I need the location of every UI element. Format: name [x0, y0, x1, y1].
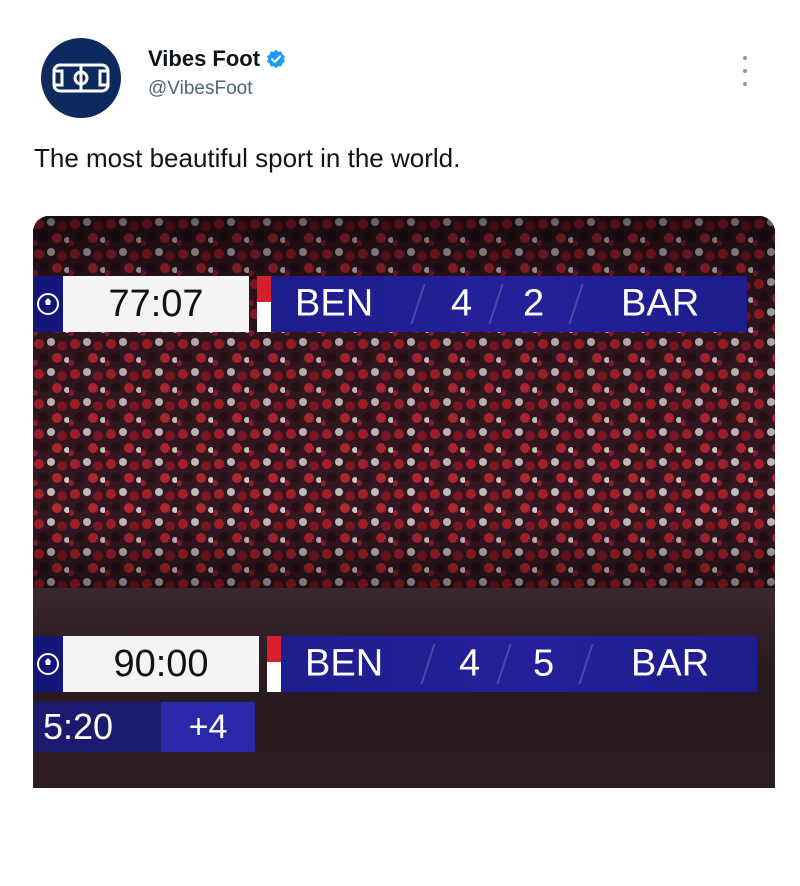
football-pitch-icon — [52, 63, 110, 93]
author-handle[interactable]: @VibesFoot — [148, 78, 286, 100]
author-info: Vibes Foot @VibesFoot — [148, 46, 286, 100]
away-score: 2 — [523, 282, 545, 325]
verified-badge-icon — [267, 49, 285, 69]
home-team: BEN — [295, 282, 374, 325]
home-score: 4 — [451, 282, 473, 325]
author-display-name[interactable]: Vibes Foot — [148, 46, 260, 72]
match-clock: 90:00 — [63, 636, 259, 692]
benfica-color-marker — [257, 276, 271, 332]
divider — [496, 644, 512, 684]
scoreboard-top: 77:07 BEN 4 2 BAR — [33, 276, 747, 332]
match-clock: 77:07 — [63, 276, 249, 332]
more-vertical-icon — [743, 56, 747, 60]
away-score: 5 — [533, 642, 555, 685]
tweet-media[interactable]: 77:07 BEN 4 2 BAR 90:00 BEN 4 5 BAR 5:20… — [33, 216, 775, 788]
divider — [410, 284, 426, 324]
champions-league-icon — [33, 636, 63, 692]
divider — [488, 284, 504, 324]
home-team: BEN — [305, 642, 384, 685]
score-panel: BEN 4 2 BAR — [271, 276, 747, 332]
away-team: BAR — [621, 282, 700, 325]
divider — [568, 284, 584, 324]
stadium-crowd-image — [33, 216, 775, 588]
champions-league-icon — [33, 276, 63, 332]
stoppage-time-panel: 5:20 +4 — [33, 702, 255, 752]
stoppage-elapsed: 5:20 — [33, 702, 161, 752]
divider — [578, 644, 594, 684]
author-avatar[interactable] — [41, 38, 121, 118]
scoreboard-bottom: 90:00 BEN 4 5 BAR — [33, 636, 757, 692]
stoppage-added: +4 — [161, 702, 255, 752]
tweet-text: The most beautiful sport in the world. — [34, 143, 461, 173]
home-score: 4 — [459, 642, 481, 685]
benfica-color-marker — [267, 636, 281, 692]
more-options-button[interactable] — [738, 56, 752, 86]
score-panel: BEN 4 5 BAR — [281, 636, 757, 692]
divider — [420, 644, 436, 684]
away-team: BAR — [631, 642, 710, 685]
